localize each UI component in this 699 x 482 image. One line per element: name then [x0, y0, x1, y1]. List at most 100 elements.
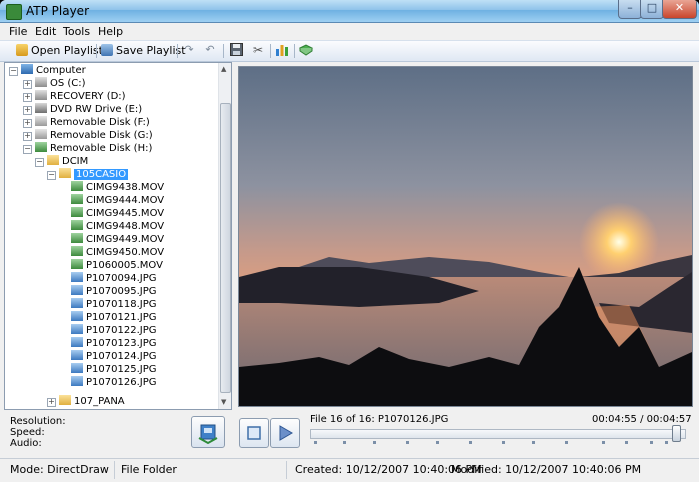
status-mode: Mode: DirectDraw [10, 463, 109, 476]
expand-toggle[interactable]: + [23, 119, 32, 128]
image-file-icon [71, 376, 83, 386]
tree-item-file[interactable]: P1070121.JPG [71, 311, 156, 324]
tree-item-file[interactable]: P1070095.JPG [71, 285, 156, 298]
menu-tools[interactable]: Tools [63, 25, 90, 38]
status-bar: Mode: DirectDraw File Folder Created: 10… [0, 458, 699, 482]
tree-item-file[interactable]: P1070094.JPG [71, 272, 156, 285]
status-divider [114, 461, 115, 479]
expand-toggle[interactable]: + [23, 132, 32, 141]
collapse-toggle[interactable]: − [35, 158, 44, 167]
video-file-icon [71, 207, 83, 217]
collapse-toggle[interactable]: − [9, 67, 18, 76]
seek-tick [532, 441, 535, 444]
status-divider [286, 461, 287, 479]
menu-help[interactable]: Help [98, 25, 123, 38]
video-file-icon [71, 233, 83, 243]
save-icon[interactable] [229, 43, 243, 57]
save-playlist-label: Save Playlist [116, 44, 186, 57]
play-button[interactable] [270, 418, 300, 448]
tree-item-file[interactable]: P1070124.JPG [71, 350, 156, 363]
open-playlist-label: Open Playlist [31, 44, 103, 57]
tree-item-file[interactable]: P1070125.JPG [71, 363, 156, 376]
redo-icon[interactable]: ↷ [182, 43, 196, 57]
folder-icon [59, 395, 71, 405]
seek-tick [565, 441, 568, 444]
expand-toggle[interactable]: + [23, 93, 32, 102]
tree-item-file[interactable]: CIMG9448.MOV [71, 220, 164, 233]
toolbar: Open Playlist Save Playlist ↷ ↶ ✂ [0, 40, 699, 62]
tree-item-file[interactable]: CIMG9438.MOV [71, 181, 164, 194]
removable-disk-icon [35, 116, 47, 126]
help-book-icon[interactable] [299, 43, 313, 57]
seek-tick [502, 441, 505, 444]
resolution-label: Resolution: [10, 416, 66, 427]
tree-item-file[interactable]: CIMG9449.MOV [71, 233, 164, 246]
convert-button[interactable] [191, 416, 225, 448]
seek-tick [406, 441, 409, 444]
open-playlist-button[interactable]: Open Playlist [16, 43, 103, 59]
tree-item-file[interactable]: P1070122.JPG [71, 324, 156, 337]
tree-item-file[interactable]: P1070123.JPG [71, 337, 156, 350]
seek-thumb[interactable] [672, 425, 681, 442]
image-file-icon [71, 324, 83, 334]
drive-icon [35, 77, 47, 87]
scrollbar-thumb[interactable] [220, 103, 231, 393]
tree-item-file[interactable]: CIMG9445.MOV [71, 207, 164, 220]
app-window: ATP Player – □ ✕ File Edit Tools Help Op… [0, 0, 699, 482]
video-file-icon [71, 220, 83, 230]
video-file-icon [71, 194, 83, 204]
toolbar-separator [177, 44, 178, 58]
tree-item-file[interactable]: CIMG9450.MOV [71, 246, 164, 259]
tree-item-file[interactable]: P1060005.MOV [71, 259, 163, 272]
minimize-button[interactable]: – [618, 0, 642, 19]
audio-label: Audio: [10, 438, 42, 449]
video-file-icon [71, 259, 83, 269]
seek-tick [343, 441, 346, 444]
folder-tree[interactable]: − Computer + OS (C:) + RECOVERY (D:) + DVD R… [4, 62, 232, 410]
collapse-toggle[interactable]: − [23, 145, 32, 154]
image-file-icon [71, 272, 83, 282]
undo-icon[interactable]: ↶ [203, 43, 217, 57]
seek-ticks [310, 441, 684, 447]
convert-icon [198, 424, 218, 445]
toolbar-separator [96, 44, 97, 58]
image-file-icon [71, 311, 83, 321]
seek-tick [436, 441, 439, 444]
app-icon [6, 4, 22, 20]
stop-icon [247, 426, 261, 440]
sunset-photo [239, 67, 692, 406]
menu-edit[interactable]: Edit [35, 25, 56, 38]
video-file-icon [71, 246, 83, 256]
image-file-icon [71, 298, 83, 308]
save-playlist-button[interactable]: Save Playlist [101, 43, 186, 59]
seek-tick [373, 441, 376, 444]
expand-toggle[interactable]: + [23, 80, 32, 89]
open-folder-icon [59, 168, 71, 178]
tree-item-file[interactable]: P1070118.JPG [71, 298, 156, 311]
collapse-toggle[interactable]: − [47, 171, 56, 180]
window-title: ATP Player [26, 4, 89, 18]
menu-file[interactable]: File [9, 25, 27, 38]
maximize-button[interactable]: □ [640, 0, 664, 19]
scroll-down-arrow-icon[interactable]: ▼ [221, 398, 226, 406]
dvd-drive-icon [35, 103, 47, 113]
stop-button[interactable] [239, 418, 269, 448]
tree-item-file[interactable]: CIMG9444.MOV [71, 194, 164, 207]
toolbar-separator [270, 44, 271, 58]
folder-icon [47, 155, 59, 165]
title-bar[interactable]: ATP Player – □ ✕ [0, 0, 699, 23]
tree-scrollbar[interactable]: ▲ ▼ [218, 63, 231, 409]
expand-toggle[interactable]: + [23, 106, 32, 115]
video-file-icon [71, 181, 83, 191]
properties-icon[interactable] [275, 43, 289, 57]
seek-bar[interactable] [310, 429, 686, 439]
close-button[interactable]: ✕ [662, 0, 697, 19]
tree-item-file[interactable]: P1070126.JPG [71, 376, 156, 389]
image-file-icon [71, 350, 83, 360]
tools-icon[interactable]: ✂ [251, 43, 265, 57]
expand-toggle[interactable]: + [47, 398, 56, 407]
seek-tick [314, 441, 317, 444]
save-playlist-icon [101, 44, 113, 56]
scroll-up-arrow-icon[interactable]: ▲ [221, 65, 226, 73]
open-folder-icon [16, 44, 28, 56]
